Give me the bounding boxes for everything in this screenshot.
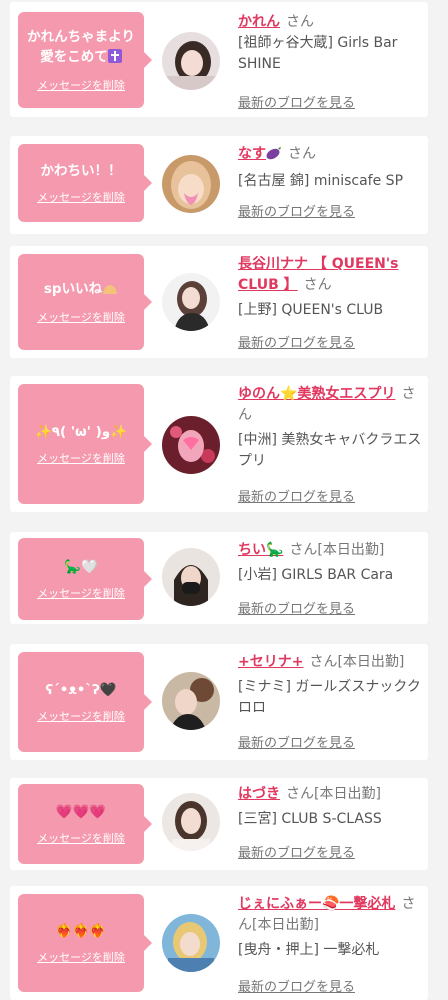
message-bubble: 🦕🤍 メッセージを削除 xyxy=(18,538,152,620)
latest-blog-link[interactable]: 最新のブログを見る xyxy=(238,976,355,995)
hands-emoji-icon xyxy=(102,281,118,301)
sender-name-link[interactable]: かれん xyxy=(238,14,280,30)
message-card: spいいね メッセージを削除 長谷川ナナ 【 QUEEN's CLUB 】さん … xyxy=(10,246,428,358)
honorific: さん xyxy=(303,277,332,293)
avatar[interactable] xyxy=(162,793,220,851)
avatar[interactable] xyxy=(162,155,220,213)
honorific: さん[本日出勤] xyxy=(286,786,381,802)
avatar[interactable] xyxy=(162,548,220,606)
delete-message-link[interactable]: メッセージを削除 xyxy=(37,77,125,93)
sender-name-link[interactable]: なす xyxy=(238,146,282,162)
sender-name-link[interactable]: ちい🦕 xyxy=(238,542,283,558)
message-card: かわちい！！ メッセージを削除 なす さん [名古屋 錦] miniscafe S… xyxy=(10,136,428,234)
message-bubble: ✨٩( 'ω' )و✨ メッセージを削除 xyxy=(18,384,152,504)
message-bubble: ʕ´•ᴥ•`ʔ🖤 メッセージを削除 xyxy=(18,652,152,752)
message-bubble: 💗💗💗 メッセージを削除 xyxy=(18,784,152,864)
latest-blog-link[interactable]: 最新のブログを見る xyxy=(238,598,355,617)
avatar[interactable] xyxy=(162,32,220,90)
avatar[interactable] xyxy=(162,416,220,474)
sender-info: ちい🦕 さん[本日出勤] [小岩] GIRLS BAR Cara xyxy=(238,540,426,586)
message-text: かれんちゃまより 愛をこめて xyxy=(19,27,143,69)
latest-blog-link[interactable]: 最新のブログを見る xyxy=(238,732,355,751)
message-card: 💗💗💗 メッセージを削除 はづき さん[本日出勤] [三宮] CLUB S-CLA… xyxy=(10,778,428,870)
avatar[interactable] xyxy=(162,914,220,972)
shop-name: [三宮] CLUB S-CLASS xyxy=(238,811,382,827)
honorific: さん[本日出勤] xyxy=(309,654,405,670)
delete-message-link[interactable]: メッセージを削除 xyxy=(37,585,125,601)
shop-name: [ミナミ] ガールズスナッククロロ xyxy=(238,679,421,716)
sender-info: 長谷川ナナ 【 QUEEN's CLUB 】さん [上野] QUEEN's CL… xyxy=(238,254,426,321)
latest-blog-link[interactable]: 最新のブログを見る xyxy=(238,486,355,505)
message-card: ❤️‍🔥❤️‍🔥❤️‍🔥 メッセージを削除 じぇにふぁー🍣一撃必札 さん[本日出勤… xyxy=(10,886,428,1000)
avatar[interactable] xyxy=(162,273,220,331)
sender-info: ゆのん⭐美熟女エスプリ さん [中洲] 美熟女キャバクラエスプリ xyxy=(238,384,426,472)
message-bubble: かわちい！！ メッセージを削除 xyxy=(18,144,152,222)
shop-name: [小岩] GIRLS BAR Cara xyxy=(238,567,394,583)
sender-name-link[interactable]: はづき xyxy=(238,786,280,802)
delete-message-link[interactable]: メッセージを削除 xyxy=(37,949,125,965)
sender-info: じぇにふぁー🍣一撃必札 さん[本日出勤] [曳舟・押上] 一撃必札 xyxy=(238,894,426,961)
latest-blog-link[interactable]: 最新のブログを見る xyxy=(238,842,355,861)
sender-name-link[interactable]: +セリナ+ xyxy=(238,654,303,670)
message-bubble: かれんちゃまより 愛をこめて メッセージを削除 xyxy=(18,12,152,108)
honorific: さん[本日出勤] xyxy=(289,542,385,558)
shop-name: [中洲] 美熟女キャバクラエスプリ xyxy=(238,432,422,469)
delete-message-link[interactable]: メッセージを削除 xyxy=(37,309,125,325)
message-text: 💗💗💗 xyxy=(55,804,107,820)
honorific: さん xyxy=(288,146,316,162)
delete-message-link[interactable]: メッセージを削除 xyxy=(37,450,125,466)
shop-name: [祖師ヶ谷大蔵] Girls Bar SHINE xyxy=(238,35,398,72)
honorific: さん xyxy=(286,14,314,30)
sender-info: なす さん [名古屋 錦] miniscafe SP xyxy=(238,144,426,192)
message-text: ❤️‍🔥❤️‍🔥❤️‍🔥 xyxy=(55,923,107,939)
message-text: ʕ´•ᴥ•`ʔ🖤 xyxy=(45,682,117,698)
message-text: ✨٩( 'ω' )و✨ xyxy=(34,424,128,440)
delete-message-link[interactable]: メッセージを削除 xyxy=(37,708,125,724)
message-text: 🦕🤍 xyxy=(64,559,98,575)
shop-name: [上野] QUEEN's CLUB xyxy=(238,302,384,318)
delete-message-link[interactable]: メッセージを削除 xyxy=(37,830,125,846)
message-bubble: spいいね メッセージを削除 xyxy=(18,254,152,350)
delete-message-link[interactable]: メッセージを削除 xyxy=(37,189,125,205)
message-bubble: ❤️‍🔥❤️‍🔥❤️‍🔥 メッセージを削除 xyxy=(18,894,152,992)
latest-blog-link[interactable]: 最新のブログを見る xyxy=(238,201,355,220)
message-text: かわちい！！ xyxy=(40,163,122,179)
sender-info: +セリナ+ さん[本日出勤] [ミナミ] ガールズスナッククロロ xyxy=(238,652,426,719)
sender-info: はづき さん[本日出勤] [三宮] CLUB S-CLASS xyxy=(238,784,426,830)
sender-name-link[interactable]: ゆのん⭐美熟女エスプリ xyxy=(238,386,395,402)
sender-info: かれん さん [祖師ヶ谷大蔵] Girls Bar SHINE xyxy=(238,12,426,75)
latest-blog-link[interactable]: 最新のブログを見る xyxy=(238,92,355,111)
message-card: 🦕🤍 メッセージを削除 ちい🦕 さん[本日出勤] [小岩] GIRLS BAR C… xyxy=(10,532,428,624)
message-card: ʕ´•ᴥ•`ʔ🖤 メッセージを削除 +セリナ+ さん[本日出勤] [ミナミ] ガー… xyxy=(10,644,428,760)
shop-name: [名古屋 錦] miniscafe SP xyxy=(238,173,404,189)
message-text: spいいね xyxy=(36,279,126,301)
avatar[interactable] xyxy=(162,672,220,730)
shop-name: [曳舟・押上] 一撃必札 xyxy=(238,942,380,958)
message-card: ✨٩( 'ω' )و✨ メッセージを削除 ゆのん⭐美熟女エスプリ さん [中洲] … xyxy=(10,376,428,512)
latest-blog-link[interactable]: 最新のブログを見る xyxy=(238,332,355,351)
cross-emoji-icon xyxy=(107,49,122,69)
message-card: かれんちゃまより 愛をこめて メッセージを削除 かれん さん [祖師ヶ谷大蔵] G… xyxy=(10,2,428,117)
sender-name-link[interactable]: じぇにふぁー🍣一撃必札 xyxy=(238,896,395,912)
eggplant-emoji-icon xyxy=(266,146,282,167)
